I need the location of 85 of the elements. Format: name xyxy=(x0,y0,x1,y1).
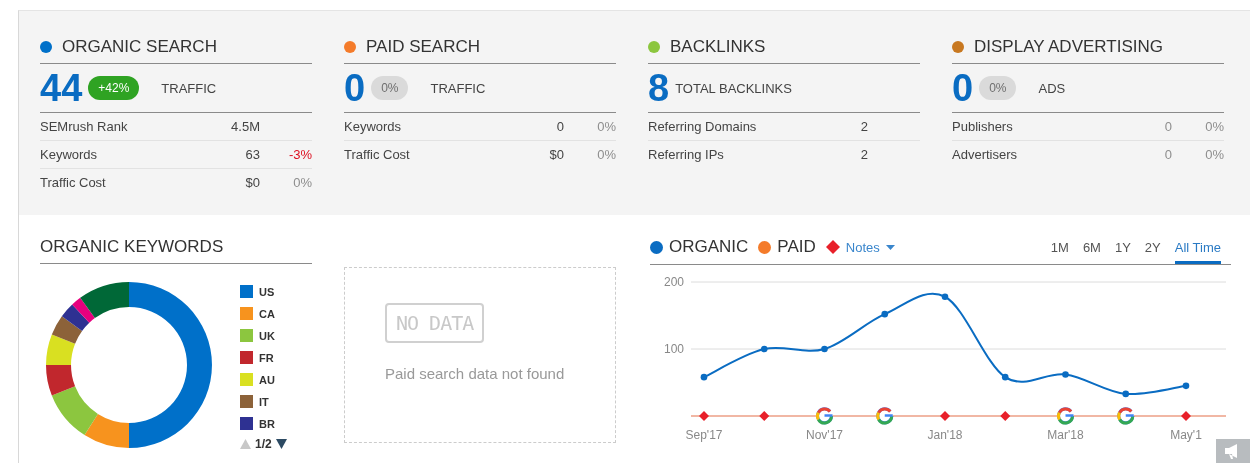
donut-slice xyxy=(46,334,76,365)
period-tab[interactable]: 1M xyxy=(1050,240,1069,264)
data-point xyxy=(700,373,708,381)
row-value: 0 xyxy=(1163,147,1172,162)
data-point xyxy=(1182,382,1190,390)
axis-label: May'1 xyxy=(1170,428,1202,442)
note-marker[interactable] xyxy=(759,411,770,421)
period-tab[interactable]: 6M xyxy=(1082,240,1101,264)
section-title: DISPLAY ADVERTISING xyxy=(974,37,1163,57)
metric-label: TRAFFIC xyxy=(161,80,217,96)
data-point xyxy=(1001,373,1009,381)
row-label: Keywords xyxy=(40,147,99,162)
row-change: 0% xyxy=(597,119,616,134)
google-update-icon[interactable] xyxy=(816,407,833,425)
period-tab[interactable]: All Time xyxy=(1174,240,1221,264)
row-value: 4.5M xyxy=(230,119,260,134)
legend-label: IT xyxy=(259,395,269,408)
page-indicator: 1/2 xyxy=(255,437,272,451)
section-title: BACKLINKS xyxy=(670,37,766,57)
row-value: $0 xyxy=(548,147,564,162)
legend-label: BR xyxy=(259,417,275,430)
page-down-icon[interactable] xyxy=(275,439,287,449)
row-label: Referring IPs xyxy=(648,147,725,162)
caret-icon xyxy=(885,244,895,250)
section-title: ORGANIC KEYWORDS xyxy=(40,237,312,264)
section-title: ORGANIC SEARCH xyxy=(62,37,217,57)
row-change: 0% xyxy=(1205,147,1224,162)
row-change: 0% xyxy=(293,175,312,190)
google-update-icon[interactable] xyxy=(876,407,894,425)
period-tab[interactable]: 1Y xyxy=(1114,240,1131,264)
row-label: Referring Domains xyxy=(648,119,758,134)
row-value: 0 xyxy=(555,119,564,134)
row-label: Traffic Cost xyxy=(40,175,107,190)
legend-label: PAID xyxy=(777,237,816,257)
row-label: SEMrush Rank xyxy=(40,119,129,134)
axis-label: Nov'17 xyxy=(806,428,843,442)
row-value: 2 xyxy=(859,147,868,162)
legend-label: ORGANIC xyxy=(669,237,749,257)
row-value: 63 xyxy=(244,147,260,162)
change-badge: +42% xyxy=(88,76,140,100)
row-change: 0% xyxy=(597,147,616,162)
row-change: -3% xyxy=(288,147,312,162)
note-marker[interactable] xyxy=(1181,411,1191,421)
data-point xyxy=(1062,371,1069,378)
metric-value: 0 xyxy=(344,69,366,107)
row-value: $0 xyxy=(244,175,260,190)
google-update-icon[interactable] xyxy=(1117,407,1135,425)
metric-label: ADS xyxy=(1038,80,1066,96)
row-change: 0% xyxy=(1205,119,1224,134)
google-update-icon[interactable] xyxy=(1057,407,1074,425)
metric-value: 0 xyxy=(952,69,974,107)
metric-label: TOTAL BACKLINKS xyxy=(675,80,792,96)
legend-label: CA xyxy=(259,307,275,320)
metric-label: TRAFFIC xyxy=(430,80,486,96)
note-marker[interactable] xyxy=(699,411,709,421)
note-marker[interactable] xyxy=(1000,411,1011,421)
metric-value: 44 xyxy=(40,69,83,107)
change-badge: 0% xyxy=(371,76,409,100)
row-label: Publishers xyxy=(952,119,1014,134)
data-point xyxy=(760,345,768,353)
change-badge: 0% xyxy=(979,76,1017,100)
legend-label: US xyxy=(259,285,275,298)
axis-label: 200 xyxy=(663,275,684,289)
data-point xyxy=(941,293,949,301)
empty-message: Paid search data not found xyxy=(385,365,565,382)
data-point xyxy=(1122,390,1130,398)
metric-value: 8 xyxy=(648,69,670,107)
axis-label: Sep'17 xyxy=(685,428,723,442)
row-value: 0 xyxy=(1163,119,1172,134)
notes-dropdown[interactable]: Notes xyxy=(845,239,895,255)
legend-label: AU xyxy=(259,373,275,386)
legend-label: UK xyxy=(259,329,275,342)
axis-label: Mar'18 xyxy=(1047,428,1084,442)
period-tab[interactable]: 2Y xyxy=(1144,240,1161,264)
note-marker[interactable] xyxy=(940,411,950,421)
row-label: Keywords xyxy=(344,119,403,134)
row-value: 2 xyxy=(859,119,868,134)
data-point xyxy=(881,310,889,318)
row-label: Traffic Cost xyxy=(344,147,411,162)
legend-label: FR xyxy=(259,351,274,364)
axis-label: 100 xyxy=(663,342,684,356)
section-title: PAID SEARCH xyxy=(366,37,480,57)
axis-label: Jan'18 xyxy=(927,428,963,442)
data-point xyxy=(821,345,828,353)
row-label: Advertisers xyxy=(952,147,1019,162)
